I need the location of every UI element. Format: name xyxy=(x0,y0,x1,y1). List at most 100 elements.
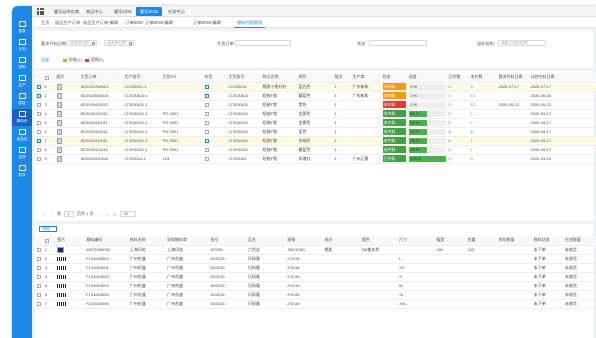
module-tab[interactable]: 健乐OOS xyxy=(110,7,136,16)
material-thumbnail[interactable] xyxy=(57,265,67,270)
not-ready-count-cell[interactable]: 7 xyxy=(469,136,497,146)
column-header[interactable] xyxy=(35,73,43,83)
column-header[interactable]: 大货PO xyxy=(161,73,203,83)
column-header[interactable] xyxy=(43,73,55,83)
sidebar-item[interactable]: 生产 xyxy=(12,73,32,90)
order-cell[interactable]: SD2020411011 xyxy=(79,109,123,119)
column-header[interactable]: 大货款号 xyxy=(227,73,261,83)
sidebar-item[interactable]: 计划 xyxy=(12,37,32,54)
first-page-button[interactable]: « xyxy=(41,212,46,217)
replenish-checkbox[interactable] xyxy=(204,93,209,98)
column-header[interactable]: 物料名称 xyxy=(128,236,166,246)
sidebar-item[interactable]: 成品仓 xyxy=(12,127,32,144)
sidebar-item[interactable]: 采购 xyxy=(12,55,32,72)
date-to-input[interactable]: 请选择日期 xyxy=(104,40,134,46)
ready-count-cell[interactable]: 6 xyxy=(447,136,469,146)
row-checkbox[interactable] xyxy=(36,93,41,98)
row-selector[interactable] xyxy=(35,82,43,92)
row-checkbox[interactable] xyxy=(36,156,41,161)
legend-item[interactable]: 即临(1) xyxy=(63,57,82,63)
row-checkbox[interactable] xyxy=(36,274,41,279)
module-tab[interactable]: 商品中心 xyxy=(82,7,107,16)
row-selector[interactable] xyxy=(35,263,44,273)
column-header[interactable]: 库存数量 xyxy=(497,236,533,246)
product-thumbnail[interactable] xyxy=(56,146,62,153)
column-header[interactable]: 图片 xyxy=(55,73,79,83)
page-input[interactable]: 1 xyxy=(64,211,74,217)
material-thumbnail[interactable] xyxy=(57,246,65,253)
column-header[interactable]: 进度 xyxy=(407,73,447,83)
column-header[interactable]: 物料编码 xyxy=(84,236,129,246)
column-header[interactable]: 颜色 xyxy=(297,73,333,83)
order-input[interactable] xyxy=(235,40,291,46)
row-checkbox[interactable] xyxy=(36,120,41,125)
not-ready-count-cell[interactable]: 9 xyxy=(469,82,497,92)
product-thumbnail[interactable] xyxy=(56,83,62,90)
row-selector[interactable] xyxy=(35,290,44,300)
replenish-checkbox[interactable] xyxy=(204,102,209,107)
table-row[interactable]: 1 SD2020708021 LC202021-1 LC202021 棉质小兔衬衫 蓝白色… xyxy=(35,82,596,92)
ready-count-cell[interactable]: 6 xyxy=(447,127,469,137)
row-checkbox[interactable] xyxy=(36,247,41,252)
row-selector[interactable] xyxy=(35,127,43,137)
row-selector[interactable] xyxy=(35,299,44,309)
replenish-checkbox[interactable] xyxy=(204,84,209,89)
column-header[interactable]: 生产批号 xyxy=(123,73,161,83)
column-header[interactable]: 计划齐料日期 xyxy=(529,73,596,83)
table-row[interactable]: 4 F131004002 广州东盛 广州东盛 D03215 尺码唛 2*2CM S 未下单 未收货 xyxy=(35,272,596,282)
material-thumbnail[interactable] xyxy=(57,283,67,288)
column-header[interactable]: 补货 xyxy=(203,73,227,83)
prev-page-button[interactable]: ‹ xyxy=(49,212,54,217)
app-grid-icon[interactable] xyxy=(37,8,44,15)
column-header[interactable]: 采购物料商 xyxy=(165,236,210,246)
product-thumbnail[interactable] xyxy=(56,119,62,126)
material-thumbnail[interactable] xyxy=(57,292,67,297)
sidebar-item[interactable]: 质检 xyxy=(12,91,32,108)
table-row[interactable]: 9 SD2020410010 LT202024-1 123 LT202024 短袖T恤 玫瑰… xyxy=(35,154,596,164)
select-all-checkbox[interactable] xyxy=(44,75,49,80)
column-header[interactable]: 未齐数 xyxy=(469,73,497,83)
table-row[interactable]: 5 SD2020411011 LT2020411-1 PO 0001 LT2020411… xyxy=(35,118,596,128)
ready-count-cell[interactable]: 0 xyxy=(447,82,469,92)
ready-count-cell[interactable]: 6 xyxy=(447,109,469,119)
row-checkbox[interactable] xyxy=(36,265,41,270)
column-header[interactable]: 尺寸 xyxy=(397,236,435,246)
module-tab[interactable]: 健乐SCM xyxy=(136,7,162,16)
not-ready-count-cell[interactable]: 0 xyxy=(469,154,497,164)
row-selector[interactable] xyxy=(35,118,43,128)
not-ready-count-cell[interactable]: 7 xyxy=(469,109,497,119)
module-tab[interactable]: 健乐云供应商 xyxy=(50,7,83,16)
column-header[interactable]: 大货订单 xyxy=(79,73,123,83)
row-checkbox[interactable] xyxy=(36,147,41,152)
table-row[interactable]: 4 SD2020411011 LT2020411-1 PO 0001 LT2020411… xyxy=(35,109,596,119)
row-selector[interactable] xyxy=(35,145,43,155)
date-from-input[interactable]: 请选择日期 xyxy=(67,40,97,46)
row-selector[interactable] xyxy=(35,245,44,255)
ready-count-cell[interactable]: 6 xyxy=(447,145,469,155)
order-cell[interactable]: SD2020410010 xyxy=(79,154,123,164)
org-input[interactable]: 请输入组织机构 xyxy=(498,40,546,46)
order-cell[interactable]: SD2020411011 xyxy=(79,118,123,128)
order-cell[interactable]: SD2020411011 xyxy=(79,127,123,137)
table-row[interactable]: 1 MS71005003 上海印花 上海印花 SC253 六色丝 750*120D 棉质 2M紫… xyxy=(35,245,596,255)
table-row[interactable]: 7 SD2020411011 LT2020411-1 PO 0001 LT2020411… xyxy=(35,136,596,146)
order-cell[interactable]: SD2020411012 xyxy=(79,100,123,110)
column-header[interactable]: 已齐数 xyxy=(447,73,469,83)
page-tab[interactable]: 主页 xyxy=(38,18,52,28)
ready-count-cell[interactable]: 0 xyxy=(447,154,469,164)
table-row[interactable]: 6 F131004005 广州东盛 广州东盛 D03215 尺码唛 2*2CM XL 未下单 未收… xyxy=(35,290,596,300)
order-cell[interactable]: SD2020616015 xyxy=(79,91,123,101)
column-header[interactable]: 状态 xyxy=(381,73,407,83)
row-selector[interactable] xyxy=(35,272,44,282)
material-thumbnail[interactable] xyxy=(57,256,67,261)
ready-count-cell[interactable]: 0 xyxy=(447,91,469,101)
column-header[interactable] xyxy=(43,236,56,246)
sidebar-item[interactable]: 出货 xyxy=(12,145,32,162)
sidebar-item[interactable]: 物料仓 xyxy=(12,109,32,126)
order-cell[interactable]: SD2020411011 xyxy=(79,136,123,146)
page-tab[interactable]: 成品生产订单-编辑 xyxy=(80,18,121,28)
page-tab[interactable]: 订单BOM-编辑 xyxy=(142,18,176,28)
row-checkbox[interactable] xyxy=(36,102,41,107)
replenish-checkbox[interactable] xyxy=(204,120,209,125)
module-tab[interactable]: 任务中心 xyxy=(164,7,189,16)
